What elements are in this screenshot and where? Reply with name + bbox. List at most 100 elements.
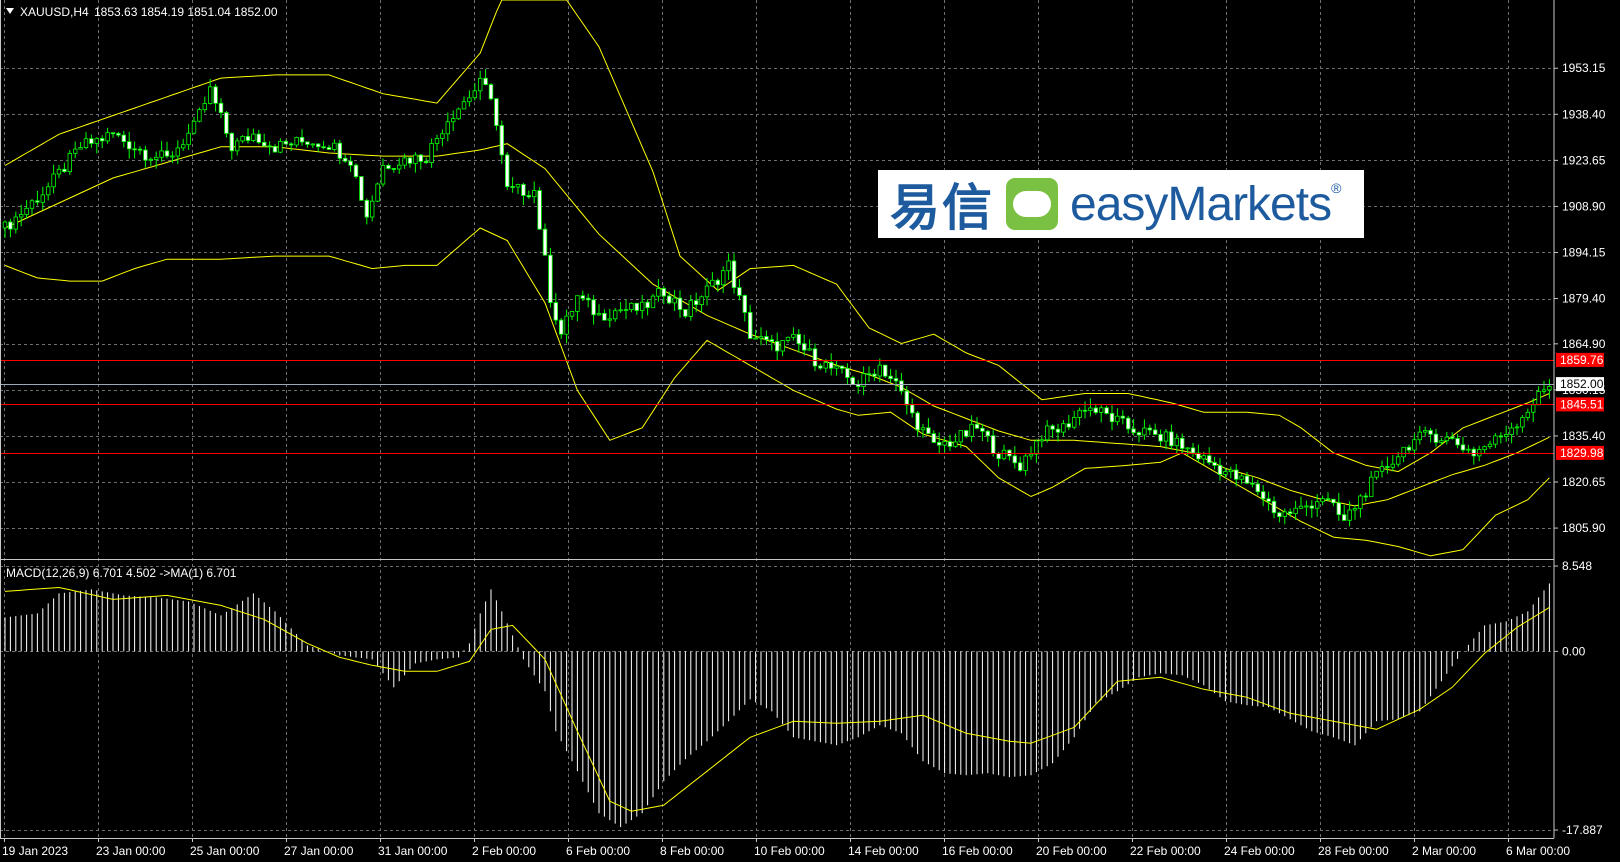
candle-body: [445, 121, 450, 135]
candle-body: [1169, 431, 1174, 447]
candle-body: [850, 377, 855, 385]
candle-body: [197, 109, 202, 122]
candle-body: [132, 148, 137, 151]
candle-body: [1136, 432, 1142, 436]
candle-163: [883, 364, 888, 378]
candle-body: [18, 214, 24, 218]
candle-body: [1158, 433, 1163, 442]
candle-body: [1358, 495, 1363, 509]
candle-body: [116, 133, 121, 136]
candle-body: [256, 133, 261, 143]
candle-body: [845, 367, 850, 378]
time-tick-label: 6 Feb 00:00: [566, 844, 630, 858]
candle-body: [386, 164, 391, 169]
candle-body: [926, 427, 931, 434]
candle-body: [1282, 511, 1287, 517]
candle-body: [1342, 514, 1347, 521]
candle-body: [677, 297, 683, 310]
candle-body: [1142, 427, 1147, 436]
candle-body: [780, 339, 785, 352]
candle-body: [51, 173, 56, 188]
candle-body: [753, 337, 758, 340]
candle-body: [240, 135, 245, 142]
candle-body: [748, 311, 753, 339]
candle-body: [1352, 507, 1358, 511]
candle-body: [170, 155, 175, 158]
candle-body: [251, 133, 256, 141]
candle-101: [548, 248, 553, 308]
candle-body: [461, 101, 467, 110]
candle-body: [1163, 431, 1169, 442]
candle-body: [413, 154, 418, 164]
candle-body: [1050, 425, 1055, 430]
candle-body: [380, 164, 386, 185]
candle-body: [596, 312, 602, 316]
candle-body: [1288, 511, 1293, 514]
time-tick-label: 14 Feb 00:00: [848, 844, 919, 858]
candle-body: [839, 365, 845, 369]
macd-label: MACD(12,26,9) 6.701 4.502 ->MA(1) 6.701: [6, 566, 237, 580]
price-tick-label: 1953.15: [1562, 61, 1606, 75]
candle-body: [1190, 447, 1196, 454]
candle-body: [1433, 433, 1439, 443]
candle-body: [35, 200, 40, 203]
candle-body: [1153, 429, 1158, 435]
candle-body: [974, 423, 980, 429]
candle-body: [1120, 415, 1125, 419]
candle-65: [353, 163, 359, 179]
candle-body: [1498, 435, 1503, 438]
candle-body: [46, 186, 51, 196]
candle-body: [1207, 455, 1212, 463]
candle-body: [1390, 463, 1395, 468]
candle-body: [1298, 505, 1304, 509]
candle-body: [823, 361, 828, 369]
candle-body: [834, 365, 839, 369]
candle-body: [812, 348, 818, 367]
candle-body: [623, 309, 629, 312]
candle-body: [731, 260, 737, 289]
candle-body: [904, 390, 909, 406]
trading-chart[interactable]: 1953.15 1938.40 1923.65 1908.90 1894.15 1879.…: [0, 0, 1620, 862]
candle-body: [1088, 407, 1093, 411]
candle-body: [872, 373, 877, 377]
candle-body: [89, 138, 94, 144]
candle-body: [1104, 407, 1109, 414]
candle-body: [1045, 425, 1050, 441]
candle-body: [775, 341, 780, 352]
registered-mark: ®: [1331, 180, 1342, 196]
candle-body: [202, 103, 207, 111]
candle-body: [1406, 446, 1412, 451]
candle-body: [1444, 436, 1449, 442]
level-price-label: 1859.76: [1560, 353, 1604, 367]
candle-body: [467, 97, 472, 103]
candle-body: [283, 140, 288, 145]
candle-body: [1320, 498, 1325, 503]
candle-body: [602, 312, 607, 321]
candle-body: [1520, 417, 1525, 428]
candle-body: [1509, 427, 1514, 435]
candle-body: [1379, 466, 1385, 472]
candle-body: [148, 158, 153, 161]
candle-body: [1493, 435, 1498, 445]
candle-body: [1174, 437, 1179, 447]
candle-body: [510, 186, 515, 188]
candle-body: [1185, 447, 1190, 450]
candle-body: [40, 194, 45, 203]
candle-body: [542, 228, 548, 256]
candle-body: [1039, 439, 1044, 442]
candle-body: [1061, 423, 1066, 433]
candle-body: [1369, 476, 1374, 498]
candle-body: [1255, 483, 1260, 493]
candle-body: [661, 288, 666, 297]
candle-body: [229, 132, 234, 152]
candle-body: [423, 160, 429, 163]
candle-body: [224, 112, 229, 134]
candle-body: [1147, 427, 1152, 431]
easymarkets-logo-icon: [1006, 178, 1058, 230]
candle-body: [710, 279, 715, 287]
candle-body: [213, 86, 218, 104]
candle-body: [1487, 443, 1493, 448]
candle-body: [488, 84, 494, 100]
candle-body: [342, 157, 348, 162]
time-tick-label: 31 Jan 00:00: [378, 844, 448, 858]
